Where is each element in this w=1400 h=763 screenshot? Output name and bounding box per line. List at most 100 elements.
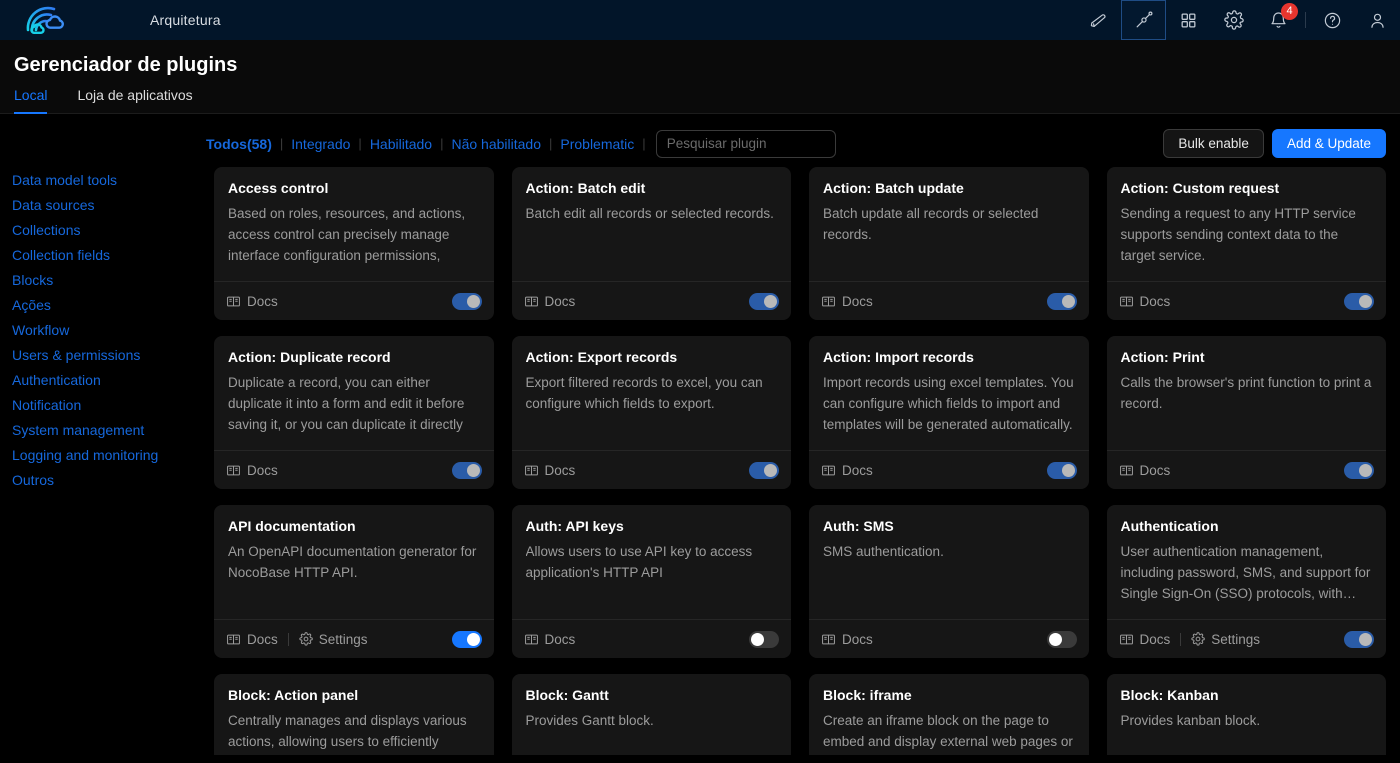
plugin-docs-label: Docs [1140, 294, 1171, 309]
sidebar-item-blocks[interactable]: Blocks [0, 267, 200, 292]
app-logo[interactable] [0, 0, 95, 40]
filter-todos[interactable]: Todos(58) [206, 136, 272, 152]
docs-book-icon [1119, 294, 1134, 309]
plugin-docs-link[interactable]: Docs [226, 294, 278, 309]
plugin-enable-toggle[interactable] [1344, 631, 1374, 648]
user-avatar-button[interactable] [1355, 0, 1400, 40]
plugin-grid-scroll[interactable]: Access controlBased on roles, resources,… [200, 167, 1400, 755]
notifications-bell-button[interactable]: 4 [1256, 0, 1301, 40]
filter-integrado[interactable]: Integrado [291, 136, 350, 152]
toggle-knob [764, 295, 777, 308]
plugin-manager-icon-button[interactable] [1121, 0, 1166, 40]
plugin-card[interactable]: Action: Import recordsImport records usi… [809, 336, 1089, 489]
plugin-description: An OpenAPI documentation generator for N… [228, 542, 480, 584]
tab-app-store[interactable]: Loja de aplicativos [77, 87, 192, 113]
filter-toolbar: Todos(58) | Integrado | Habilitado | Não… [200, 114, 1400, 167]
plugin-card[interactable]: Auth: API keysAllows users to use API ke… [512, 505, 792, 658]
plugin-docs-link[interactable]: Docs [821, 632, 873, 647]
bulk-enable-button[interactable]: Bulk enable [1163, 129, 1264, 158]
plugin-docs-label: Docs [1140, 632, 1171, 647]
plugin-enable-toggle[interactable] [1344, 462, 1374, 479]
plugin-enable-toggle[interactable] [1047, 631, 1077, 648]
plugin-card[interactable]: Action: Duplicate recordDuplicate a reco… [214, 336, 494, 489]
sidebar-item-collection-fields[interactable]: Collection fields [0, 242, 200, 267]
plugin-docs-link[interactable]: Docs [821, 463, 873, 478]
sidebar-item-collections[interactable]: Collections [0, 217, 200, 242]
plugin-card-footer: Docs [809, 450, 1089, 489]
toggle-knob [751, 633, 764, 646]
tab-local[interactable]: Local [14, 87, 47, 113]
plugin-card[interactable]: Action: Custom requestSending a request … [1107, 167, 1387, 320]
plugin-card[interactable]: Action: Batch updateBatch update all rec… [809, 167, 1089, 320]
sidebar-item-data-model-tools[interactable]: Data model tools [0, 167, 200, 192]
plugin-enable-toggle[interactable] [749, 462, 779, 479]
filter-nao-habilitado[interactable]: Não habilitado [451, 136, 541, 152]
sidebar-item-system-management[interactable]: System management [0, 417, 200, 442]
settings-gear-icon [299, 632, 313, 646]
plugin-card[interactable]: Block: GanttProvides Gantt block.Docs [512, 674, 792, 755]
sidebar-item-acoes[interactable]: Ações [0, 292, 200, 317]
add-and-update-button[interactable]: Add & Update [1272, 129, 1386, 158]
plugin-docs-link[interactable]: Docs [821, 294, 873, 309]
apps-grid-icon-button[interactable] [1166, 0, 1211, 40]
plugin-docs-link[interactable]: Docs [226, 463, 278, 478]
filter-separator: | [440, 136, 443, 151]
plugin-settings-link[interactable]: Settings [299, 632, 368, 647]
plugin-card[interactable]: Action: PrintCalls the browser's print f… [1107, 336, 1387, 489]
plugin-docs-label: Docs [247, 294, 278, 309]
plugin-docs-link[interactable]: Docs [1119, 463, 1171, 478]
plugin-docs-link[interactable]: Docs [524, 463, 576, 478]
sidebar-item-notification[interactable]: Notification [0, 392, 200, 417]
plugin-card-body: Block: GanttProvides Gantt block. [512, 674, 792, 755]
plugin-title: API documentation [228, 518, 480, 534]
plugin-enable-toggle[interactable] [452, 293, 482, 310]
sidebar-item-data-sources[interactable]: Data sources [0, 192, 200, 217]
plugin-docs-link[interactable]: Docs [1119, 632, 1171, 647]
filter-habilitado[interactable]: Habilitado [370, 136, 432, 152]
plugin-card[interactable]: Block: iframeCreate an iframe block on t… [809, 674, 1089, 755]
plugin-docs-link[interactable]: Docs [524, 294, 576, 309]
help-icon-button[interactable] [1310, 0, 1355, 40]
plugin-settings-link[interactable]: Settings [1191, 632, 1260, 647]
plugin-card[interactable]: AuthenticationUser authentication manage… [1107, 505, 1387, 658]
sidebar-item-authentication[interactable]: Authentication [0, 367, 200, 392]
plugin-card[interactable]: Action: Export recordsExport filtered re… [512, 336, 792, 489]
plugin-card[interactable]: Access controlBased on roles, resources,… [214, 167, 494, 320]
sidebar-item-users-permissions[interactable]: Users & permissions [0, 342, 200, 367]
docs-book-icon [226, 463, 241, 478]
plugin-enable-toggle[interactable] [1047, 462, 1077, 479]
plugin-docs-link[interactable]: Docs [1119, 294, 1171, 309]
highlighter-icon-button[interactable] [1076, 0, 1121, 40]
plugin-enable-toggle[interactable] [452, 462, 482, 479]
plugin-docs-link[interactable]: Docs [524, 632, 576, 647]
plugin-description: SMS authentication. [823, 542, 1075, 563]
plugin-card[interactable]: Action: Batch editBatch edit all records… [512, 167, 792, 320]
plugin-card-footer: Docs [512, 281, 792, 320]
plugin-enable-toggle[interactable] [1344, 293, 1374, 310]
sidebar-item-workflow[interactable]: Workflow [0, 317, 200, 342]
plugin-content-area: Todos(58) | Integrado | Habilitado | Não… [200, 114, 1400, 755]
sidebar-item-logging-and-monitoring[interactable]: Logging and monitoring [0, 442, 200, 467]
plugin-enable-toggle[interactable] [452, 631, 482, 648]
search-input[interactable] [656, 130, 836, 158]
plugin-title: Block: Gantt [526, 687, 778, 703]
top-navigation-bar: Arquitetura [0, 0, 1400, 40]
plugin-docs-label: Docs [842, 294, 873, 309]
filter-problematic[interactable]: Problematic [560, 136, 634, 152]
plugin-card[interactable]: Block: KanbanProvides kanban block.Docs [1107, 674, 1387, 755]
plugin-description: Batch update all records or selected rec… [823, 204, 1075, 246]
plugin-enable-toggle[interactable] [1047, 293, 1077, 310]
plugin-docs-label: Docs [1140, 463, 1171, 478]
plugin-pen-icon [1134, 11, 1153, 30]
plugin-enable-toggle[interactable] [749, 631, 779, 648]
plugin-card[interactable]: API documentation An OpenAPI documentatio… [214, 505, 494, 658]
body-wrapper: Data model tools Data sources Collection… [0, 114, 1400, 755]
sidebar-item-outros[interactable]: Outros [0, 467, 200, 492]
docs-book-icon [226, 632, 241, 647]
plugin-card[interactable]: Auth: SMSSMS authentication.Docs [809, 505, 1089, 658]
plugin-docs-link[interactable]: Docs [226, 632, 278, 647]
settings-gear-icon-button[interactable] [1211, 0, 1256, 40]
plugin-enable-toggle[interactable] [749, 293, 779, 310]
filter-separator: | [642, 136, 645, 151]
plugin-card[interactable]: Block: Action panelCentrally manages and… [214, 674, 494, 755]
